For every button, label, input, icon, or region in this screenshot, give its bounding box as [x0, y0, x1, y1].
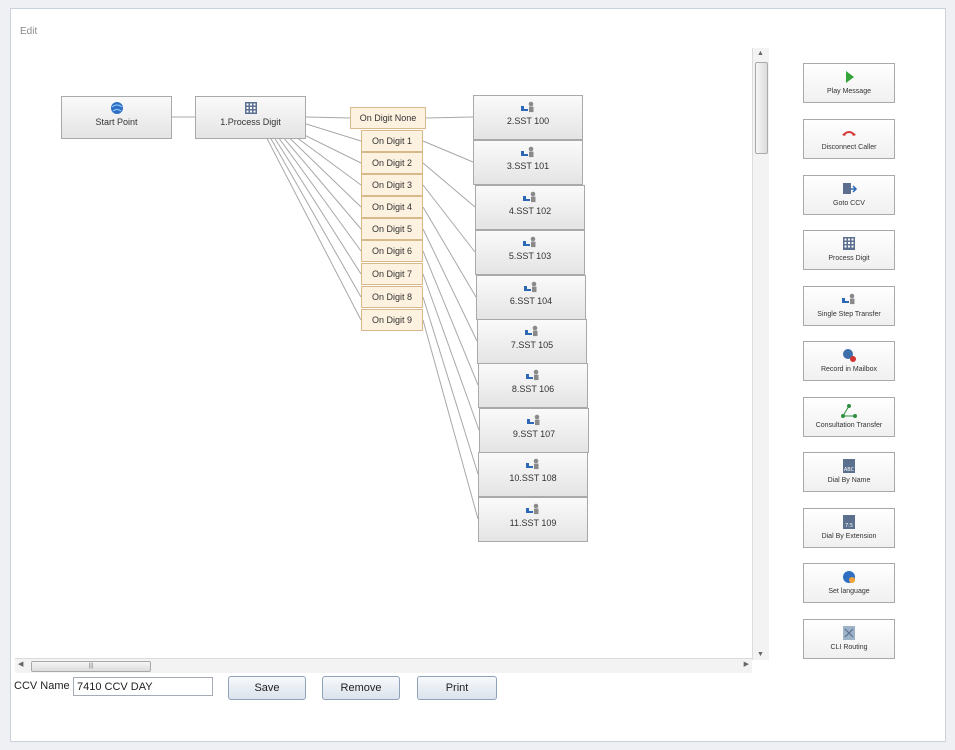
palette-label: Process Digit — [828, 255, 870, 262]
palette-language-tool[interactable]: Set language — [803, 563, 895, 603]
print-button[interactable]: Print — [417, 676, 497, 700]
routing-icon — [840, 625, 858, 641]
sst-node[interactable]: 2.SST 100 — [473, 95, 583, 140]
palette-label: Dial By Name — [827, 477, 871, 484]
sst-node[interactable]: 10.SST 108 — [478, 452, 588, 497]
sst-node-label: 4.SST 102 — [508, 206, 552, 216]
ccv-name-input[interactable] — [73, 677, 213, 696]
palette-label: Consultation Transfer — [815, 422, 883, 429]
sst-node-label: 10.SST 108 — [509, 473, 557, 483]
start-point-label: Start Point — [95, 117, 138, 127]
scroll-right-icon[interactable]: ▶ — [744, 660, 749, 668]
palette-consult-tool[interactable]: Consultation Transfer — [803, 397, 895, 437]
scroll-down-icon[interactable]: ▼ — [757, 651, 764, 658]
sst-node[interactable]: 3.SST 101 — [473, 140, 583, 185]
sst-node[interactable]: 11.SST 109 — [478, 497, 588, 542]
digit-option-2[interactable]: On Digit 2 — [361, 152, 423, 174]
globe-icon — [110, 102, 123, 114]
palette-label: Record in Mailbox — [820, 366, 878, 373]
svg-text:ABC: ABC — [844, 467, 855, 473]
svg-text:7:5: 7:5 — [845, 523, 853, 529]
scroll-left-icon[interactable]: ◀ — [18, 660, 23, 668]
palette-dial-name-tool[interactable]: ABC Dial By Name — [803, 452, 895, 492]
dial-extension-icon: 7:5 — [840, 514, 858, 530]
palette-label: Dial By Extension — [821, 533, 877, 540]
palette-label: Disconnect Caller — [821, 144, 877, 151]
palette-keypad-tool[interactable]: Process Digit — [803, 230, 895, 270]
palette-routing-tool[interactable]: CLI Routing — [803, 619, 895, 659]
palette-dial-extension-tool[interactable]: 7:5 Dial By Extension — [803, 508, 895, 548]
save-button[interactable]: Save — [228, 676, 306, 700]
palette-goto-tool[interactable]: Goto CCV — [803, 175, 895, 215]
sst-node-label: 3.SST 101 — [506, 161, 550, 171]
transfer-icon — [524, 502, 542, 516]
keypad-icon — [840, 236, 858, 252]
language-icon — [840, 569, 858, 585]
transfer-icon — [521, 190, 539, 204]
remove-button[interactable]: Remove — [322, 676, 400, 700]
sst-node[interactable]: 7.SST 105 — [477, 319, 587, 364]
transfer-icon — [524, 457, 542, 471]
palette-label: CLI Routing — [830, 644, 868, 651]
process-digit-node[interactable]: 1.Process Digit — [195, 96, 306, 139]
process-digit-label: 1.Process Digit — [220, 117, 281, 127]
dial-name-icon: ABC — [840, 458, 858, 474]
digit-option-0[interactable]: On Digit None — [350, 107, 426, 129]
digit-option-6[interactable]: On Digit 6 — [361, 240, 423, 262]
digit-option-1[interactable]: On Digit 1 — [361, 130, 423, 152]
palette-label: Play Message — [827, 88, 871, 95]
sst-node-label: 9.SST 107 — [512, 429, 556, 439]
transfer-icon — [519, 100, 537, 114]
vertical-scroll-thumb[interactable] — [755, 62, 768, 154]
palette-play-tool[interactable]: Play Message — [803, 63, 895, 103]
sst-node[interactable]: 6.SST 104 — [476, 275, 586, 320]
keypad-icon — [244, 102, 257, 114]
digit-option-4[interactable]: On Digit 4 — [361, 196, 423, 218]
scroll-up-icon[interactable]: ▲ — [757, 50, 764, 57]
digit-option-8[interactable]: On Digit 8 — [361, 286, 423, 308]
sst-node-label: 7.SST 105 — [510, 340, 554, 350]
digit-option-3[interactable]: On Digit 3 — [361, 174, 423, 196]
transfer-icon — [524, 368, 542, 382]
digit-option-7[interactable]: On Digit 7 — [361, 263, 423, 285]
horizontal-scrollbar[interactable]: ◀ ||| ▶ — [15, 658, 752, 673]
sst-node[interactable]: 5.SST 103 — [475, 230, 585, 275]
transfer-icon — [521, 235, 539, 249]
transfer-icon — [522, 280, 540, 294]
sst-node[interactable]: 9.SST 107 — [479, 408, 589, 453]
sst-node-label: 5.SST 103 — [508, 251, 552, 261]
transfer-icon — [525, 413, 543, 427]
play-icon — [840, 69, 858, 85]
ccv-name-label: CCV Name — [14, 680, 70, 692]
sst-node-label: 6.SST 104 — [509, 296, 553, 306]
horizontal-scroll-thumb[interactable]: ||| — [31, 661, 151, 672]
palette-record-tool[interactable]: Record in Mailbox — [803, 341, 895, 381]
record-icon — [840, 347, 858, 363]
start-point-node[interactable]: Start Point — [61, 96, 172, 139]
palette-label: Set language — [828, 588, 870, 595]
palette-label: Goto CCV — [833, 200, 865, 207]
sst-node[interactable]: 4.SST 102 — [475, 185, 585, 230]
transfer-icon — [523, 324, 541, 338]
transfer-icon — [519, 145, 537, 159]
hangup-icon — [840, 125, 858, 141]
transfer-icon — [840, 292, 858, 308]
digit-option-9[interactable]: On Digit 9 — [361, 309, 423, 331]
sst-node[interactable]: 8.SST 106 — [478, 363, 588, 408]
sst-node-label: 2.SST 100 — [506, 116, 550, 126]
palette-hangup-tool[interactable]: Disconnect Caller — [803, 119, 895, 159]
palette-transfer-tool[interactable]: Single Step Transfer — [803, 286, 895, 326]
palette-label: Single Step Transfer — [817, 311, 881, 318]
goto-icon — [840, 181, 858, 197]
digit-option-5[interactable]: On Digit 5 — [361, 218, 423, 240]
consult-icon — [840, 403, 858, 419]
sst-node-label: 11.SST 109 — [509, 518, 557, 528]
vertical-scrollbar[interactable]: ▲ ▼ — [752, 48, 769, 660]
sst-node-label: 8.SST 106 — [511, 384, 555, 394]
